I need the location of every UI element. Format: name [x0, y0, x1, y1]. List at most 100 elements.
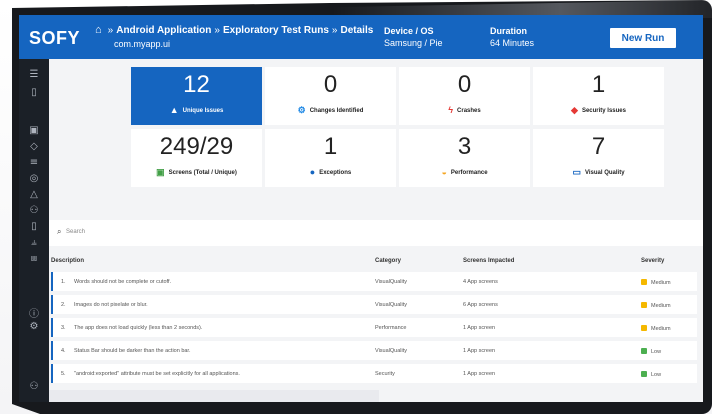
col-category[interactable]: Category	[375, 258, 401, 264]
menu-icon[interactable]: ☰	[19, 69, 49, 80]
user-icon[interactable]: ⚇	[19, 381, 49, 392]
tile-performance[interactable]: 3 ◒ Performance	[399, 129, 530, 187]
sidebar: ☰ ▯ ▣ ◇ ≡ ◎ △ ⚇ ▯ ⫨ ⩏ ⓘ ⚙ ⚇	[19, 59, 49, 402]
user-search-icon[interactable]: ⚇	[19, 205, 49, 216]
row-description: "android:exported" attribute must be set…	[74, 371, 240, 377]
severity-low-icon	[641, 371, 647, 377]
lightning-icon: ϟ	[448, 105, 454, 115]
tag-icon[interactable]: ◇	[19, 141, 49, 152]
tile-unique-issues[interactable]: 12 ▲ Unique Issues	[131, 67, 262, 125]
tile-value: 12	[183, 71, 210, 98]
tile-exceptions[interactable]: 1 ● Exceptions	[265, 129, 396, 187]
search-bar[interactable]: ⌕ Search	[49, 220, 703, 246]
settings-icon[interactable]: ⚙	[19, 321, 49, 332]
top-bar: SOFY ⌂» Android Application» Exploratory T…	[19, 15, 703, 59]
severity-medium-icon	[641, 325, 647, 331]
new-run-button[interactable]: New Run	[610, 28, 676, 48]
analytics-icon[interactable]: ⩏	[19, 253, 49, 264]
gauge-icon: ◒	[441, 167, 447, 177]
breadcrumb-exploratory-test-runs[interactable]: Exploratory Test Runs	[223, 25, 329, 36]
table-row[interactable]: 5. "android:exported" attribute must be …	[51, 364, 697, 383]
tile-changes-identified[interactable]: 0 ⚙ Changes Identified	[265, 67, 396, 125]
device-os-value: Samsung / Pie	[384, 38, 443, 48]
row-number: 4.	[61, 348, 66, 354]
help-icon[interactable]: ⓘ	[19, 305, 49, 320]
issues-table-header: Description Category Screens Impacted Se…	[49, 255, 703, 269]
device-frame: SOFY ⌂» Android Application» Exploratory T…	[0, 0, 712, 414]
device-icon[interactable]: ▯	[19, 87, 49, 98]
gears-icon: ⚙	[297, 105, 306, 115]
severity-medium-icon	[641, 302, 647, 308]
tile-label: Security Issues	[581, 108, 626, 114]
col-severity[interactable]: Severity	[641, 258, 664, 264]
app-screen: SOFY ⌂» Android Application» Exploratory T…	[19, 15, 703, 402]
row-screens: 4 App screens	[463, 279, 498, 285]
row-screens: 6 App screens	[463, 302, 498, 308]
row-description: Words should not be complete or cutoff.	[74, 279, 172, 285]
row-description: Status Bar should be darker than the act…	[74, 348, 191, 354]
tile-label: Visual Quality	[584, 170, 625, 176]
info-icon: ●	[309, 167, 316, 177]
row-number: 1.	[61, 279, 66, 285]
branch-icon[interactable]: ⫨	[19, 237, 49, 248]
tile-value: 249/29	[159, 133, 234, 160]
main-content: 12 ▲ Unique Issues 0 ⚙ Changes Identified …	[49, 59, 703, 402]
row-number: 3.	[61, 325, 66, 331]
chevron-icon: »	[107, 25, 114, 36]
col-screens-impacted[interactable]: Screens Impacted	[463, 258, 514, 264]
tile-label: Performance	[450, 170, 488, 176]
table-row[interactable]: 1. Words should not be complete or cutof…	[51, 272, 697, 291]
warning-icon: ▲	[169, 105, 179, 115]
duration-label: Duration	[490, 26, 527, 36]
monitor-icon: ▭	[572, 167, 581, 177]
screens-icon: ▣	[156, 167, 165, 177]
table-row[interactable]: 4. Status Bar should be darker than the …	[51, 341, 697, 360]
tile-value: 1	[591, 71, 606, 98]
tile-screens[interactable]: 249/29 ▣ Screens (Total / Unique)	[131, 129, 262, 187]
search-input[interactable]: Search	[66, 229, 85, 235]
list-icon[interactable]: ≡	[19, 157, 49, 168]
package-name: com.myapp.ui	[114, 39, 171, 49]
breadcrumb-android-application[interactable]: Android Application	[116, 25, 211, 36]
chevron-icon: »	[214, 25, 220, 36]
tile-visual-quality[interactable]: 7 ▭ Visual Quality	[533, 129, 664, 187]
tile-label: Unique Issues	[182, 108, 224, 114]
screens-icon[interactable]: ▣	[19, 125, 49, 136]
row-description: The app does not load quickly (less than…	[74, 325, 203, 331]
severity-low-icon	[641, 348, 647, 354]
chevron-icon: »	[331, 25, 338, 36]
home-icon[interactable]: ⌂	[95, 24, 102, 36]
row-severity: Low	[651, 349, 662, 355]
check-icon[interactable]: ◎	[19, 173, 49, 184]
row-severity: Medium	[651, 303, 671, 309]
tile-value: 1	[323, 133, 338, 160]
severity-medium-icon	[641, 279, 647, 285]
tile-label: Screens (Total / Unique)	[168, 170, 237, 176]
row-screens: 1 App screen	[463, 325, 496, 331]
tile-crashes[interactable]: 0 ϟ Crashes	[399, 67, 530, 125]
warning-icon[interactable]: △	[19, 189, 49, 200]
device-os-label: Device / OS	[384, 26, 434, 36]
row-category: Performance	[375, 325, 407, 331]
shield-icon: ◆	[571, 105, 578, 115]
row-screens: 1 App screen	[463, 371, 496, 377]
tile-value: 0	[323, 71, 338, 98]
table-row[interactable]: 2. Images do not pixelate or blur. Visua…	[51, 295, 697, 314]
row-category: Security	[375, 371, 395, 377]
tile-label: Crashes	[457, 108, 481, 114]
tile-label: Exceptions	[319, 170, 352, 176]
row-category: VisualQuality	[375, 302, 407, 308]
row-screens: 1 App screen	[463, 348, 496, 354]
row-severity: Medium	[651, 326, 671, 332]
tile-security-issues[interactable]: 1 ◆ Security Issues	[533, 67, 664, 125]
duration-value: 64 Minutes	[490, 38, 535, 48]
row-category: VisualQuality	[375, 348, 407, 354]
col-description[interactable]: Description	[51, 258, 84, 264]
sofy-logo[interactable]: SOFY	[29, 28, 80, 49]
table-footer	[49, 390, 379, 402]
table-row[interactable]: 3. The app does not load quickly (less t…	[51, 318, 697, 337]
row-severity: Medium	[651, 280, 671, 286]
row-severity: Low	[651, 372, 662, 378]
phone-icon[interactable]: ▯	[19, 221, 49, 232]
row-number: 5.	[61, 371, 66, 377]
